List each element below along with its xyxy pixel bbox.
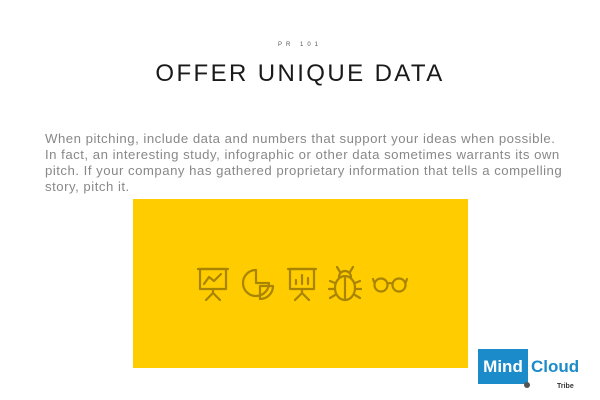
logo-tribe-text: Tribe bbox=[557, 383, 574, 390]
pie-chart-icon bbox=[241, 268, 275, 301]
body-paragraph: When pitching, include data and numbers … bbox=[45, 131, 563, 194]
logo-mind-text: Mind bbox=[478, 349, 528, 384]
bar-chart-board-icon bbox=[286, 267, 318, 302]
kicker-label: PR 101 bbox=[277, 42, 322, 48]
mind-cloud-tribe-logo: Mind Cloud Tribe bbox=[478, 349, 593, 393]
bug-icon bbox=[328, 265, 362, 302]
glasses-icon bbox=[372, 277, 408, 293]
logo-dot bbox=[524, 382, 530, 388]
slide: PR 101 OFFER UNIQUE DATA When pitching, … bbox=[0, 0, 600, 400]
icon-row bbox=[196, 264, 408, 304]
logo-cloud-text: Cloud bbox=[531, 357, 580, 376]
presentation-chart-icon bbox=[196, 267, 230, 302]
page-title: OFFER UNIQUE DATA bbox=[155, 60, 445, 87]
